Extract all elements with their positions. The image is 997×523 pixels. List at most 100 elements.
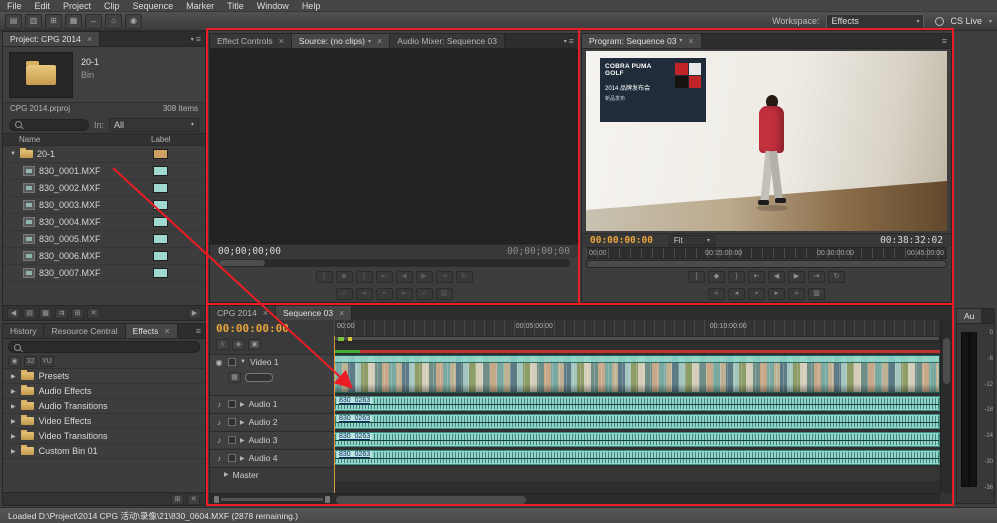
track-lock-toggle[interactable] bbox=[228, 358, 236, 366]
jog-left-button[interactable]: ◂ bbox=[356, 288, 373, 300]
jog-right-button[interactable]: ▸ bbox=[768, 288, 785, 300]
column-label[interactable]: Label bbox=[151, 135, 171, 144]
layout-icon-7[interactable]: ◉ bbox=[125, 14, 142, 29]
tab-sequence-cpg2014[interactable]: CPG 2014 × bbox=[210, 306, 276, 320]
expand-track-icon[interactable]: ▶ bbox=[240, 419, 245, 426]
collapse-track-icon[interactable]: ▼ bbox=[240, 359, 246, 365]
program-time-ruler[interactable]: 00:00 00:15:00:00 00:30:00:00 00:45:00:0… bbox=[586, 247, 947, 260]
menu-title[interactable]: Title bbox=[227, 1, 244, 11]
list-view-button[interactable]: ▤ bbox=[23, 308, 36, 319]
step-forward-button[interactable]: ⇥ bbox=[436, 271, 453, 283]
menu-marker[interactable]: Marker bbox=[186, 1, 214, 11]
column-name[interactable]: Name bbox=[3, 135, 40, 144]
effects-row-video-effects[interactable]: ▶ Video Effects bbox=[3, 414, 205, 429]
step-back-button[interactable]: ◀ bbox=[396, 271, 413, 283]
disclosure-right-icon[interactable]: ▶ bbox=[11, 418, 16, 425]
tab-resource-central[interactable]: Resource Central bbox=[44, 324, 125, 338]
project-row-clip[interactable]: 830_0002.MXF bbox=[3, 180, 205, 197]
close-icon[interactable]: × bbox=[339, 308, 344, 318]
disclosure-right-icon[interactable]: ▶ bbox=[11, 373, 16, 380]
tab-program[interactable]: Program: Sequence 03 ▾ × bbox=[582, 34, 702, 48]
layout-icon-5[interactable]: ↔ bbox=[85, 14, 102, 29]
bit-depth-filter-button[interactable]: 32 bbox=[24, 356, 37, 367]
shuttle-right-button[interactable]: » bbox=[788, 288, 805, 300]
set-marker-button[interactable]: ◆ bbox=[336, 271, 353, 283]
video-clip[interactable] bbox=[334, 355, 940, 393]
effects-row-video-transitions[interactable]: ▶ Video Transitions bbox=[3, 429, 205, 444]
timeline-ruler[interactable]: 00:00 00:05:00:00 00:10:00:00 bbox=[334, 320, 940, 337]
disclosure-down-icon[interactable]: ▼ bbox=[10, 151, 16, 157]
shuttle-left-button[interactable]: « bbox=[708, 288, 725, 300]
effects-row-presets[interactable]: ▶ Presets bbox=[3, 369, 205, 384]
close-icon[interactable]: × bbox=[87, 34, 92, 44]
yuv-filter-button[interactable]: YU bbox=[40, 356, 54, 367]
audio-clip[interactable]: 830_0263 bbox=[334, 450, 940, 465]
effects-search-input[interactable] bbox=[25, 342, 194, 353]
zoom-in-handle[interactable] bbox=[325, 496, 330, 503]
delete-button[interactable]: ✕ bbox=[87, 308, 100, 319]
disclosure-right-icon[interactable]: ▶ bbox=[11, 388, 16, 395]
tab-project[interactable]: Project: CPG 2014 × bbox=[3, 32, 100, 46]
video-track-name[interactable]: Video 1 bbox=[250, 357, 279, 367]
set-in-button[interactable]: { bbox=[316, 271, 333, 283]
zoom-scrollbar-thumb[interactable] bbox=[219, 260, 265, 266]
set-in-button[interactable]: { bbox=[688, 271, 705, 283]
scroll-left-icon[interactable]: ◀ bbox=[7, 308, 20, 319]
project-row-clip[interactable]: 830_0004.MXF bbox=[3, 214, 205, 231]
new-custom-bin-button[interactable]: ⊞ bbox=[171, 494, 184, 505]
tab-sequence-03[interactable]: Sequence 03 × bbox=[276, 306, 352, 320]
track-lock-toggle[interactable] bbox=[228, 418, 236, 426]
delete-custom-item-button[interactable]: ✕ bbox=[187, 494, 200, 505]
play-button[interactable]: ▶ bbox=[416, 271, 433, 283]
cs-live-button[interactable]: CS Live bbox=[950, 16, 982, 26]
close-icon[interactable]: × bbox=[263, 308, 268, 318]
project-row-clip[interactable]: 830_0003.MXF bbox=[3, 197, 205, 214]
set-display-style-button[interactable]: ▦ bbox=[228, 372, 241, 383]
project-row-clip[interactable]: 830_0001.MXF bbox=[3, 163, 205, 180]
timeline-settings-button[interactable]: ▣ bbox=[248, 339, 261, 350]
tab-effect-controls[interactable]: Effect Controls × bbox=[210, 34, 292, 48]
layout-icon-6[interactable]: ⌂ bbox=[105, 14, 122, 29]
timeline-timecode[interactable]: 00:00:00:00 bbox=[210, 320, 334, 338]
audio-track-name[interactable]: Audio 1 bbox=[249, 399, 278, 409]
scroll-right-icon[interactable]: ▶ bbox=[188, 308, 201, 319]
project-row-clip[interactable]: 830_0007.MXF bbox=[3, 265, 205, 282]
disclosure-right-icon[interactable]: ▶ bbox=[11, 448, 16, 455]
project-row-clip[interactable]: 830_0006.MXF bbox=[3, 248, 205, 265]
disclosure-right-icon[interactable]: ▶ bbox=[11, 433, 16, 440]
close-icon[interactable]: × bbox=[164, 326, 169, 336]
panel-menu-icon[interactable]: ▾ ≡ bbox=[187, 32, 205, 46]
tab-audio-master-meters[interactable]: Au bbox=[957, 309, 982, 323]
shuttle-right-button[interactable]: » bbox=[416, 288, 433, 300]
toggle-track-audio-icon[interactable]: ♪ bbox=[214, 454, 224, 463]
step-back-button[interactable]: ◀ bbox=[768, 271, 785, 283]
loop-button[interactable]: ↻ bbox=[456, 271, 473, 283]
shuttle-left-button[interactable]: « bbox=[336, 288, 353, 300]
toggle-track-output-icon[interactable]: ◉ bbox=[214, 358, 224, 367]
panel-menu-icon[interactable]: ≡ bbox=[938, 34, 951, 48]
workspace-select[interactable]: Effects ▾ bbox=[826, 14, 924, 29]
audio-track-name[interactable]: Audio 3 bbox=[249, 435, 278, 445]
new-bin-button[interactable]: ⊞ bbox=[71, 308, 84, 319]
disclosure-right-icon[interactable]: ▶ bbox=[11, 403, 16, 410]
master-track-name[interactable]: Master bbox=[233, 470, 259, 480]
loop-button[interactable]: ↻ bbox=[828, 271, 845, 283]
expand-track-icon[interactable]: ▶ bbox=[240, 437, 245, 444]
toggle-track-audio-icon[interactable]: ♪ bbox=[214, 436, 224, 445]
audio-clip[interactable]: 830_0263 bbox=[334, 396, 940, 411]
track-lock-toggle[interactable] bbox=[228, 400, 236, 408]
project-row-clip[interactable]: 830_0005.MXF bbox=[3, 231, 205, 248]
expand-track-icon[interactable]: ▶ bbox=[240, 401, 245, 408]
tab-audio-mixer[interactable]: Audio Mixer: Sequence 03 bbox=[390, 34, 505, 48]
set-marker-button[interactable]: ◈ bbox=[232, 339, 245, 350]
effects-row-audio-effects[interactable]: ▶ Audio Effects bbox=[3, 384, 205, 399]
timeline-vertical-scrollbar[interactable] bbox=[940, 320, 952, 493]
step-forward-button[interactable]: ⇥ bbox=[808, 271, 825, 283]
expand-track-icon[interactable]: ▶ bbox=[224, 471, 229, 478]
audio-track-name[interactable]: Audio 4 bbox=[249, 453, 278, 463]
expand-track-icon[interactable]: ▶ bbox=[240, 455, 245, 462]
export-frame-button[interactable]: ▥ bbox=[436, 288, 453, 300]
layout-icon-4[interactable]: ▦ bbox=[65, 14, 82, 29]
layout-icon-1[interactable]: ▤ bbox=[5, 14, 22, 29]
icon-view-button[interactable]: ▦ bbox=[39, 308, 52, 319]
